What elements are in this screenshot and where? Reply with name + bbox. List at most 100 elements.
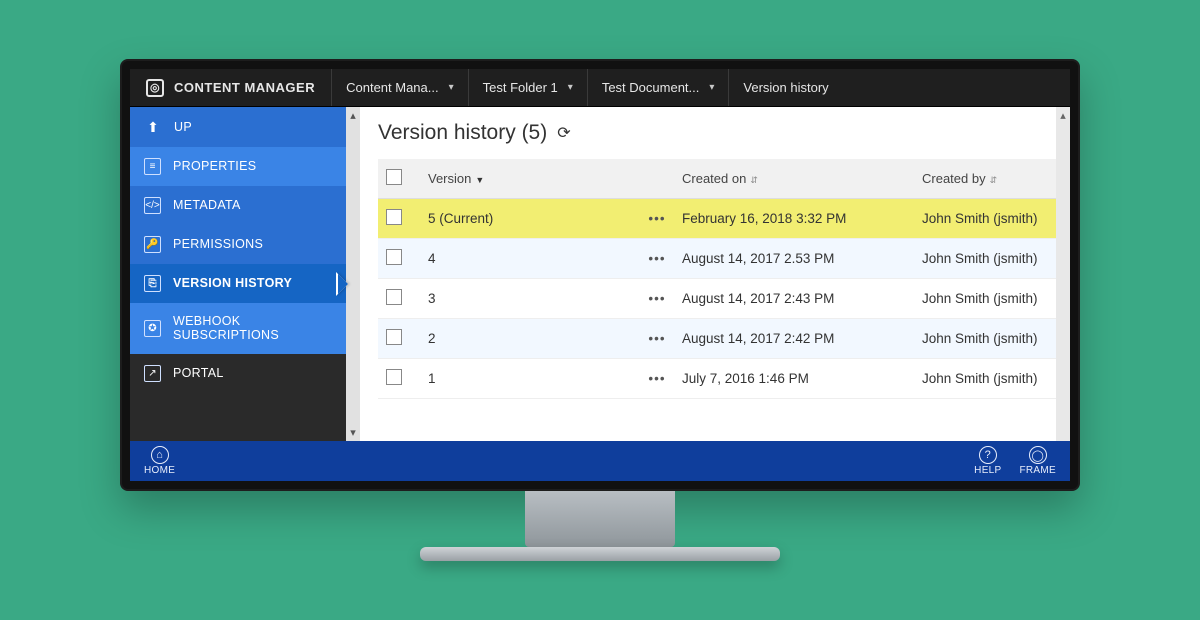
sidebar-item-label: PORTAL <box>173 366 224 380</box>
breadcrumb-label: Version history <box>743 80 828 95</box>
main-scrollbar[interactable]: ▴ <box>1056 107 1070 441</box>
row-checkbox[interactable] <box>386 249 402 265</box>
sidebar-item-portal[interactable]: ↗ PORTAL <box>130 354 346 393</box>
sidebar-item-up[interactable]: ⬆ UP <box>130 107 346 147</box>
footer-label: HELP <box>974 465 1001 476</box>
key-icon: 🔑 <box>144 236 161 253</box>
column-created-by[interactable]: Created by ⇵ <box>914 159 1056 199</box>
cell-version: 4 <box>420 239 640 279</box>
chevron-down-icon: ▾ <box>449 82 454 93</box>
cell-created-on: July 7, 2016 1:46 PM <box>674 359 914 399</box>
column-label: Created by <box>922 171 986 186</box>
home-button[interactable]: ⌂ HOME <box>144 446 175 476</box>
sidebar-item-metadata[interactable]: </> METADATA <box>130 186 346 225</box>
app-brand: ◎ CONTENT MANAGER <box>130 69 331 106</box>
scroll-down-icon: ▾ <box>350 426 356 439</box>
code-icon: </> <box>144 197 161 214</box>
cell-created-by: John Smith (jsmith) <box>914 199 1056 239</box>
column-created-on[interactable]: Created on⇵ <box>674 159 914 199</box>
sidebar-item-permissions[interactable]: 🔑 PERMISSIONS <box>130 225 346 264</box>
sort-icon: ⇵ <box>990 175 998 185</box>
cell-created-on: February 16, 2018 3:32 PM <box>674 199 914 239</box>
sidebar-item-label: METADATA <box>173 198 241 212</box>
sidebar: ⬆ UP ≡ PROPERTIES </> METADATA 🔑 PERMISS… <box>130 107 346 441</box>
cell-version: 5 (Current) <box>420 199 640 239</box>
row-checkbox[interactable] <box>386 369 402 385</box>
help-button[interactable]: ? HELP <box>974 446 1001 476</box>
cell-version: 2 <box>420 319 640 359</box>
sidebar-item-label: VERSION HISTORY <box>173 276 292 290</box>
version-table: Version ▼ Created on⇵ Created by ⇵ <box>378 159 1056 399</box>
breadcrumb-item-0[interactable]: Content Mana... ▾ <box>331 69 468 106</box>
chevron-down-icon: ▾ <box>568 82 573 93</box>
page-title-text: Version history (5) <box>378 121 547 145</box>
scroll-up-icon: ▴ <box>350 109 356 122</box>
page-title: Version history (5) ⟳ <box>378 121 1056 145</box>
column-label: Created on <box>682 171 746 186</box>
footer-left: ⌂ HOME <box>144 446 175 476</box>
cell-created-by: John Smith (jsmith) <box>914 239 1056 279</box>
app-brand-label: CONTENT MANAGER <box>174 80 315 95</box>
app-window: ◎ CONTENT MANAGER Content Mana... ▾ Test… <box>130 69 1070 481</box>
footer-label: HOME <box>144 465 175 476</box>
breadcrumb-item-1[interactable]: Test Folder 1 ▾ <box>468 69 587 106</box>
chevron-down-icon: ▾ <box>709 82 714 93</box>
sidebar-item-label: PROPERTIES <box>173 159 256 173</box>
footer-right: ? HELP ◯ FRAME <box>974 446 1056 476</box>
row-actions-button[interactable]: ••• <box>640 319 674 359</box>
sort-desc-icon: ▼ <box>475 175 484 185</box>
cell-created-by: John Smith (jsmith) <box>914 279 1056 319</box>
sidebar-item-label: WEBHOOK SUBSCRIPTIONS <box>173 314 332 343</box>
home-icon: ⌂ <box>151 446 169 464</box>
frame-button[interactable]: ◯ FRAME <box>1020 446 1057 476</box>
row-actions-button[interactable]: ••• <box>640 359 674 399</box>
breadcrumb-item-3: Version history <box>728 69 842 106</box>
row-actions-button[interactable]: ••• <box>640 199 674 239</box>
cell-created-by: John Smith (jsmith) <box>914 359 1056 399</box>
table-row[interactable]: 3•••August 14, 2017 2:43 PMJohn Smith (j… <box>378 279 1056 319</box>
row-actions-button[interactable]: ••• <box>640 279 674 319</box>
cell-version: 1 <box>420 359 640 399</box>
table-row[interactable]: 4•••August 14, 2017 2.53 PMJohn Smith (j… <box>378 239 1056 279</box>
arrow-up-icon: ⬆ <box>144 118 162 136</box>
table-row[interactable]: 5 (Current)•••February 16, 2018 3:32 PMJ… <box>378 199 1056 239</box>
topbar: ◎ CONTENT MANAGER Content Mana... ▾ Test… <box>130 69 1070 107</box>
column-version[interactable]: Version ▼ <box>420 159 640 199</box>
sidebar-item-properties[interactable]: ≡ PROPERTIES <box>130 147 346 186</box>
row-checkbox[interactable] <box>386 289 402 305</box>
portal-icon: ↗ <box>144 365 161 382</box>
cell-created-by: John Smith (jsmith) <box>914 319 1056 359</box>
version-icon: ⎘ <box>144 275 161 292</box>
checkbox-icon[interactable] <box>386 169 402 185</box>
breadcrumb-label: Test Folder 1 <box>483 80 558 95</box>
cell-created-on: August 14, 2017 2:43 PM <box>674 279 914 319</box>
webhook-icon: ✪ <box>144 320 161 337</box>
app-logo-icon: ◎ <box>146 79 164 97</box>
breadcrumb-item-2[interactable]: Test Document... ▾ <box>587 69 729 106</box>
cell-created-on: August 14, 2017 2:42 PM <box>674 319 914 359</box>
table-row[interactable]: 1•••July 7, 2016 1:46 PMJohn Smith (jsmi… <box>378 359 1056 399</box>
row-checkbox[interactable] <box>386 329 402 345</box>
footer-bar: ⌂ HOME ? HELP ◯ FRAME <box>130 441 1070 481</box>
footer-label: FRAME <box>1020 465 1057 476</box>
app-body: ⬆ UP ≡ PROPERTIES </> METADATA 🔑 PERMISS… <box>130 107 1070 441</box>
breadcrumb-label: Test Document... <box>602 80 700 95</box>
sidebar-item-webhook-subscriptions[interactable]: ✪ WEBHOOK SUBSCRIPTIONS <box>130 303 346 354</box>
monitor-frame: ◎ CONTENT MANAGER Content Mana... ▾ Test… <box>120 59 1080 561</box>
column-select-all[interactable] <box>378 159 420 199</box>
row-actions-button[interactable]: ••• <box>640 239 674 279</box>
monitor-stand-base <box>420 547 780 561</box>
table-header-row: Version ▼ Created on⇵ Created by ⇵ <box>378 159 1056 199</box>
main-content: Version history (5) ⟳ Version ▼ <box>360 107 1056 441</box>
column-label: Version <box>428 171 471 186</box>
scroll-up-icon: ▴ <box>1060 109 1066 122</box>
row-checkbox[interactable] <box>386 209 402 225</box>
refresh-icon[interactable]: ⟳ <box>557 123 570 143</box>
frame-icon: ◯ <box>1029 446 1047 464</box>
main-panel: Version history (5) ⟳ Version ▼ <box>360 107 1070 441</box>
table-row[interactable]: 2•••August 14, 2017 2:42 PMJohn Smith (j… <box>378 319 1056 359</box>
cell-version: 3 <box>420 279 640 319</box>
sidebar-item-version-history[interactable]: ⎘ VERSION HISTORY <box>130 264 346 303</box>
cell-created-on: August 14, 2017 2.53 PM <box>674 239 914 279</box>
breadcrumb-label: Content Mana... <box>346 80 439 95</box>
